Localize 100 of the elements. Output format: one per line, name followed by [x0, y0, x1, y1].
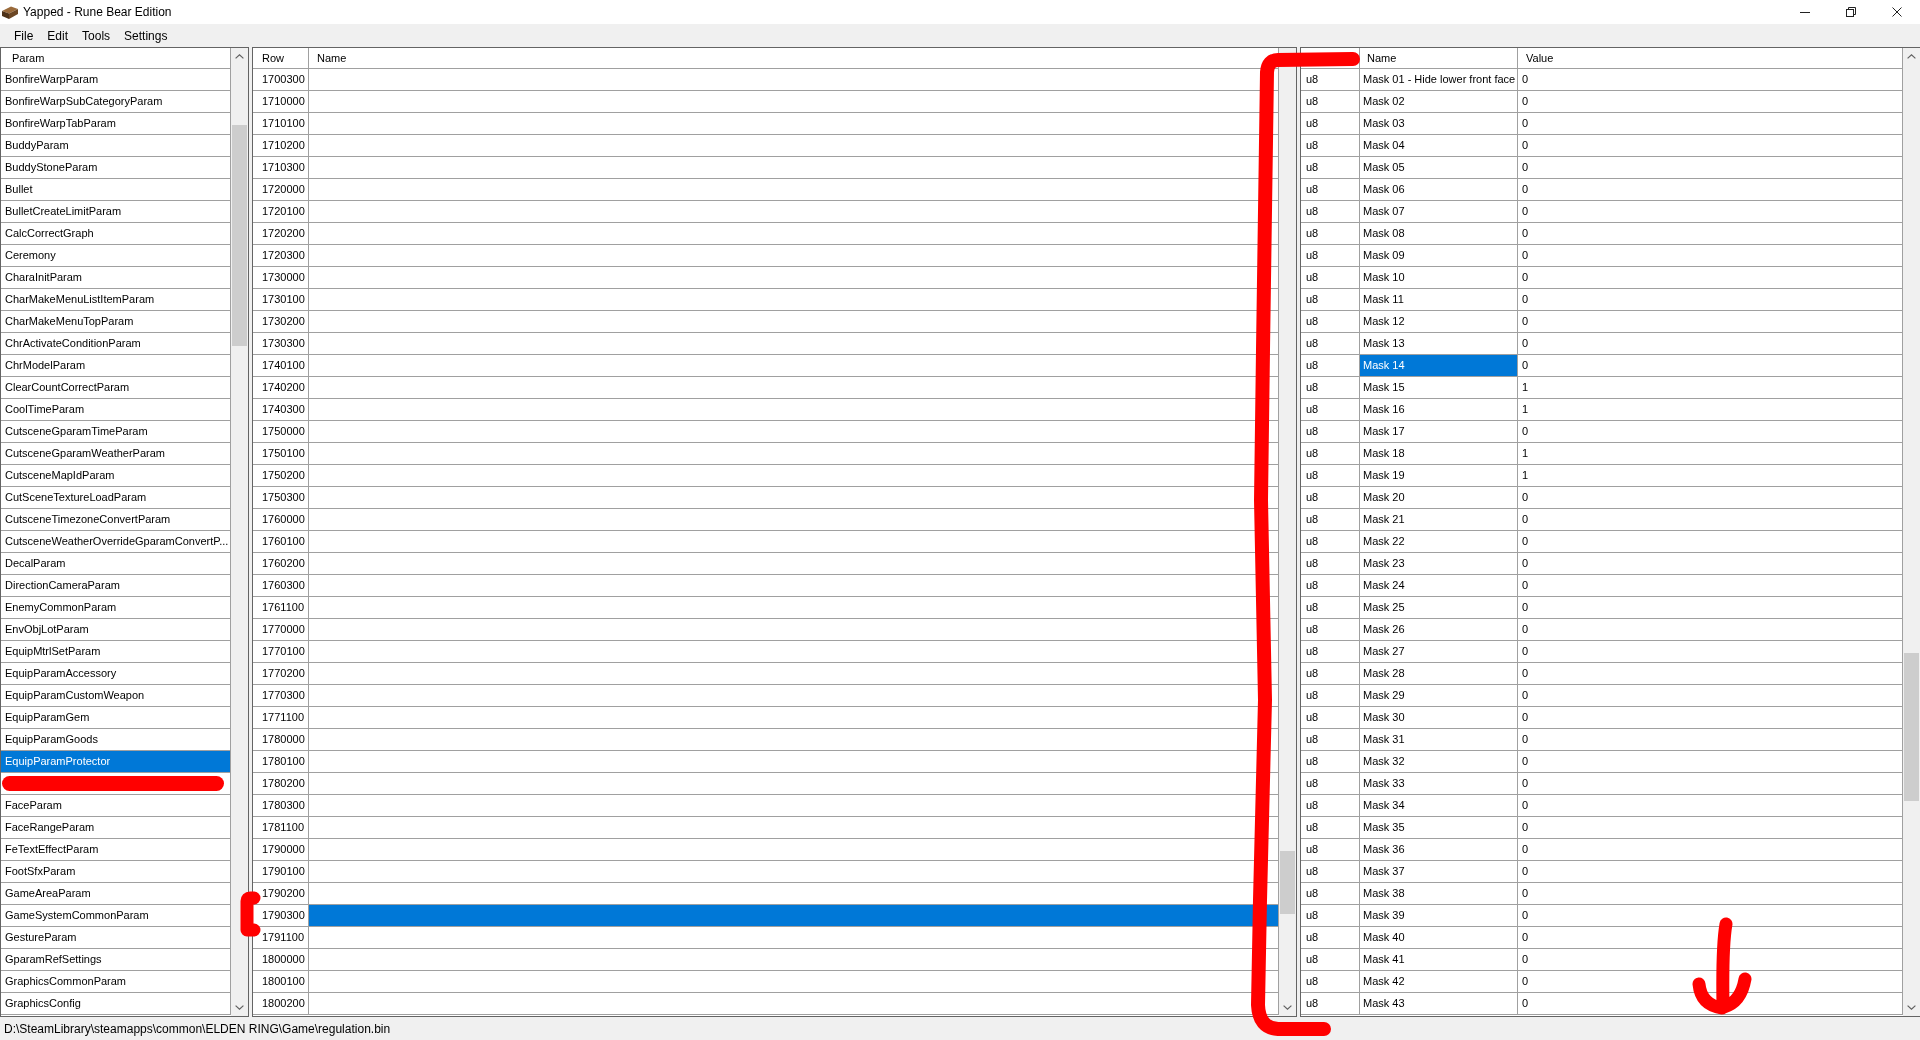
param-list-item[interactable]: Bullet	[1, 179, 231, 201]
scrollbar-thumb[interactable]	[232, 125, 247, 346]
param-list-item[interactable]: BonfireWarpTabParam	[1, 113, 231, 135]
value-cell[interactable]: 0	[1518, 619, 1903, 641]
name-cell[interactable]	[309, 421, 1279, 443]
value-cell[interactable]: 0	[1518, 575, 1903, 597]
param-list-item[interactable]: GameSystemCommonParam	[1, 905, 231, 927]
field-name-cell[interactable]: Mask 26	[1360, 619, 1518, 641]
name-cell[interactable]	[309, 311, 1279, 333]
name-cell[interactable]	[309, 531, 1279, 553]
param-list-item[interactable]: CharMakeMenuTopParam	[1, 311, 231, 333]
param-list-item[interactable]: CutsceneGparamWeatherParam	[1, 443, 231, 465]
value-cell[interactable]: 0	[1518, 333, 1903, 355]
value-cell[interactable]: 1	[1518, 443, 1903, 465]
value-cell[interactable]: 0	[1518, 751, 1903, 773]
field-name-cell[interactable]: Mask 35	[1360, 817, 1518, 839]
name-cell[interactable]	[309, 861, 1279, 883]
value-cell[interactable]: 1	[1518, 377, 1903, 399]
field-name-cell[interactable]: Mask 31	[1360, 729, 1518, 751]
name-cell[interactable]	[309, 267, 1279, 289]
value-cell[interactable]: 0	[1518, 663, 1903, 685]
name-cell[interactable]	[309, 333, 1279, 355]
value-cell[interactable]: 0	[1518, 421, 1903, 443]
param-list-item[interactable]: GparamRefSettings	[1, 949, 231, 971]
name-cell[interactable]	[309, 707, 1279, 729]
field-name-cell[interactable]: Mask 18	[1360, 443, 1518, 465]
column-header[interactable]: Row	[253, 48, 309, 68]
value-cell[interactable]: 1	[1518, 465, 1903, 487]
param-list-item[interactable]: DirectionCameraParam	[1, 575, 231, 597]
field-name-cell[interactable]: Mask 11	[1360, 289, 1518, 311]
field-name-cell[interactable]: Mask 32	[1360, 751, 1518, 773]
value-cell[interactable]: 0	[1518, 311, 1903, 333]
name-cell[interactable]	[309, 795, 1279, 817]
name-cell[interactable]	[309, 817, 1279, 839]
param-list-item[interactable]: CutSceneTextureLoadParam	[1, 487, 231, 509]
value-cell[interactable]: 0	[1518, 707, 1903, 729]
chevron-down-icon[interactable]	[235, 1005, 244, 1010]
scrollbar[interactable]	[231, 48, 248, 1016]
menu-item[interactable]: Edit	[40, 24, 76, 47]
name-cell[interactable]	[309, 91, 1279, 113]
name-cell[interactable]	[309, 113, 1279, 135]
name-cell[interactable]	[309, 993, 1279, 1015]
param-list-item[interactable]: BonfireWarpSubCategoryParam	[1, 91, 231, 113]
value-cell[interactable]: 0	[1518, 267, 1903, 289]
field-name-cell[interactable]: Mask 40	[1360, 927, 1518, 949]
value-cell[interactable]: 0	[1518, 553, 1903, 575]
name-cell[interactable]	[309, 223, 1279, 245]
field-name-cell[interactable]: Mask 24	[1360, 575, 1518, 597]
name-cell[interactable]	[309, 839, 1279, 861]
field-name-cell[interactable]: Mask 09	[1360, 245, 1518, 267]
param-list-item[interactable]: EnvObjLotParam	[1, 619, 231, 641]
param-list-item[interactable]: GraphicsCommonParam	[1, 971, 231, 993]
name-cell[interactable]	[309, 377, 1279, 399]
field-name-cell[interactable]: Mask 02	[1360, 91, 1518, 113]
param-list-item[interactable]: FaceRangeParam	[1, 817, 231, 839]
field-name-cell[interactable]: Mask 14	[1360, 355, 1518, 377]
name-cell[interactable]	[309, 971, 1279, 993]
name-cell[interactable]	[309, 597, 1279, 619]
value-cell[interactable]: 0	[1518, 355, 1903, 377]
param-list-item[interactable]: EquipMtrlSetParam	[1, 641, 231, 663]
value-cell[interactable]: 1	[1518, 399, 1903, 421]
param-list-item[interactable]: CutsceneMapIdParam	[1, 465, 231, 487]
column-header[interactable]: Name	[1360, 48, 1518, 68]
value-cell[interactable]: 0	[1518, 729, 1903, 751]
value-cell[interactable]: 0	[1518, 971, 1903, 993]
field-name-cell[interactable]: Mask 17	[1360, 421, 1518, 443]
field-name-cell[interactable]: Mask 29	[1360, 685, 1518, 707]
scrollbar[interactable]	[1903, 48, 1920, 1016]
param-list-item[interactable]: EquipParamProtector	[1, 751, 231, 773]
param-list-item[interactable]: CutsceneWeatherOverrideGparamConvertP...	[1, 531, 231, 553]
field-name-cell[interactable]: Mask 12	[1360, 311, 1518, 333]
field-name-cell[interactable]: Mask 37	[1360, 861, 1518, 883]
value-cell[interactable]: 0	[1518, 641, 1903, 663]
param-list-item[interactable]: ClearCountCorrectParam	[1, 377, 231, 399]
scrollbar-thumb[interactable]	[1280, 851, 1295, 914]
value-cell[interactable]: 0	[1518, 113, 1903, 135]
param-list-item[interactable]: BuddyParam	[1, 135, 231, 157]
value-cell[interactable]: 0	[1518, 795, 1903, 817]
param-list-item[interactable]: BonfireWarpParam	[1, 69, 231, 91]
chevron-up-icon[interactable]	[1907, 54, 1916, 59]
param-list-item[interactable]: Ceremony	[1, 245, 231, 267]
value-cell[interactable]: 0	[1518, 531, 1903, 553]
field-name-cell[interactable]: Mask 22	[1360, 531, 1518, 553]
field-name-cell[interactable]: Mask 28	[1360, 663, 1518, 685]
param-list-item[interactable]: EquipParamAccessory	[1, 663, 231, 685]
value-cell[interactable]: 0	[1518, 179, 1903, 201]
value-cell[interactable]: 0	[1518, 949, 1903, 971]
name-cell[interactable]	[309, 905, 1279, 927]
field-name-cell[interactable]: Mask 25	[1360, 597, 1518, 619]
value-cell[interactable]: 0	[1518, 685, 1903, 707]
field-name-cell[interactable]: Mask 43	[1360, 993, 1518, 1015]
menu-item[interactable]: Tools	[75, 24, 118, 47]
field-name-cell[interactable]: Mask 20	[1360, 487, 1518, 509]
field-name-cell[interactable]: Mask 42	[1360, 971, 1518, 993]
chevron-up-icon[interactable]	[235, 54, 244, 59]
field-name-cell[interactable]: Mask 33	[1360, 773, 1518, 795]
name-cell[interactable]	[309, 641, 1279, 663]
value-cell[interactable]: 0	[1518, 839, 1903, 861]
param-list-item[interactable]: CutsceneGparamTimeParam	[1, 421, 231, 443]
field-name-cell[interactable]: Mask 04	[1360, 135, 1518, 157]
